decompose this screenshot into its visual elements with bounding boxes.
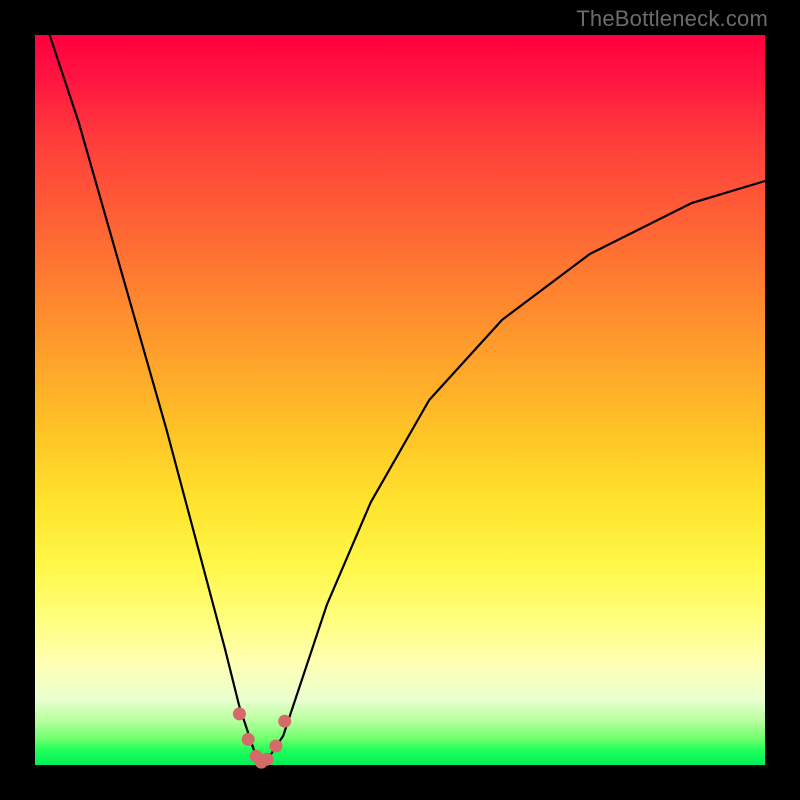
bottleneck-curve [50,35,765,765]
plot-area [35,35,765,765]
curve-marker [233,707,246,720]
watermark-text: TheBottleneck.com [576,6,768,32]
curve-marker [261,753,274,766]
curve-marker [269,740,282,753]
curve-marker [242,733,255,746]
curve-layer [35,35,765,765]
curve-marker [278,715,291,728]
chart-frame: TheBottleneck.com [0,0,800,800]
